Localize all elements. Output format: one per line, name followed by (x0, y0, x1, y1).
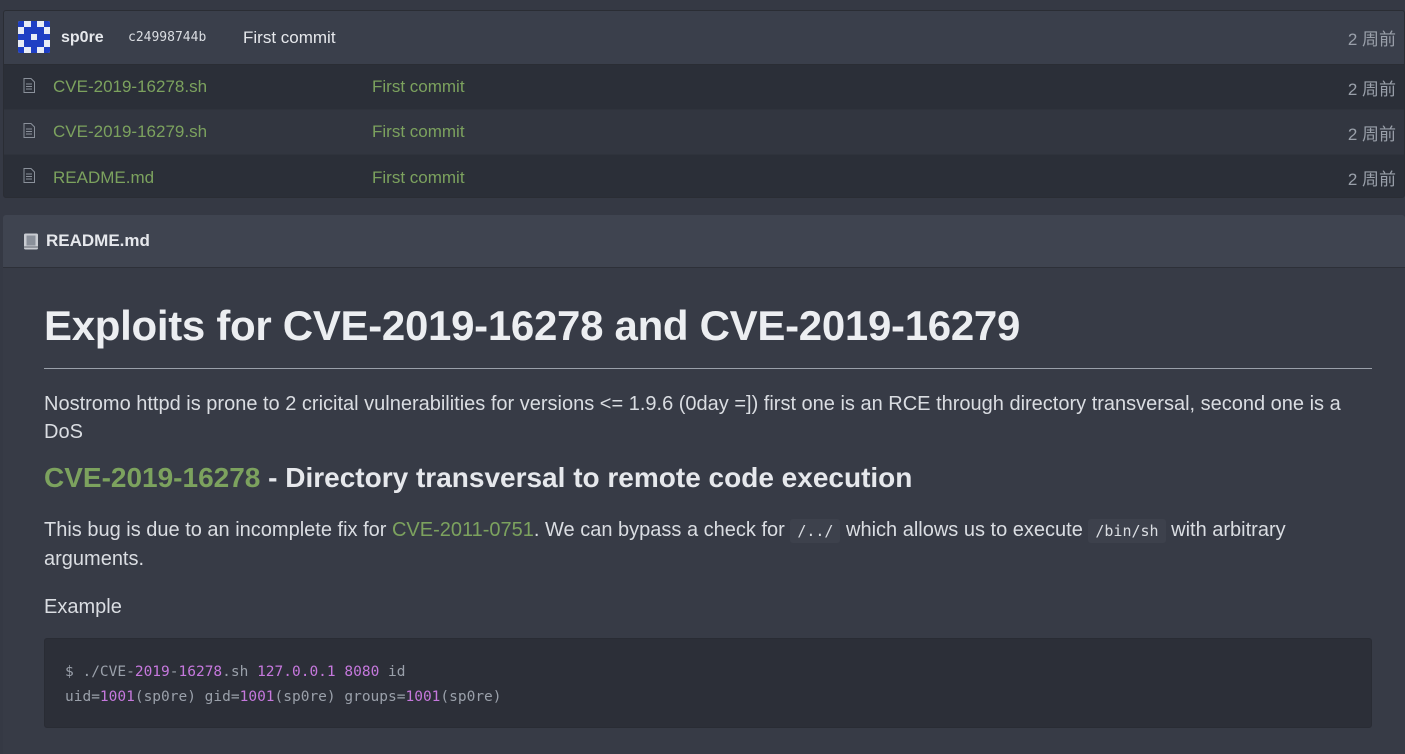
intro-paragraph: Nostromo httpd is prone to 2 cricital vu… (44, 393, 1341, 443)
code-number: 127.0.0.1 (257, 664, 336, 680)
code-number: 1001 (405, 689, 441, 705)
bug-text: . We can bypass a check for (533, 519, 791, 541)
book-icon (24, 233, 38, 249)
file-commit-link[interactable]: First commit (372, 122, 465, 142)
file-row[interactable]: README.md First commit 2 周前 (4, 155, 1404, 197)
avatar[interactable] (18, 21, 50, 53)
section-heading: CVE-2019-16278 - Directory transversal t… (44, 458, 1372, 498)
inline-code: /bin/sh (1088, 519, 1166, 543)
code-token: .sh (222, 664, 258, 680)
code-token: (sp0re) (440, 689, 502, 705)
latest-commit-bar: sp0re c24998744b First commit 2 周前 (4, 11, 1404, 65)
commit-sha[interactable]: c24998744b (128, 30, 206, 45)
section-heading-text: - Directory transversal to remote code e… (260, 462, 913, 493)
inline-code: /../ (790, 519, 841, 543)
file-time: 2 周前 (1347, 79, 1396, 99)
file-time: 2 周前 (1347, 124, 1396, 144)
file-name-link[interactable]: README.md (53, 168, 154, 188)
readme-header: README.md (3, 215, 1405, 268)
code-token: id (379, 664, 406, 680)
file-icon (23, 168, 35, 183)
commit-time: 2 周前 (1347, 30, 1396, 49)
bug-text: which allows us to execute (840, 519, 1089, 541)
cve-2011-0751-link[interactable]: CVE-2011-0751 (392, 519, 534, 541)
commit-message[interactable]: First commit (243, 28, 336, 48)
readme-content: Exploits for CVE-2019-16278 and CVE-2019… (44, 302, 1372, 728)
file-name-link[interactable]: CVE-2019-16278.sh (53, 77, 207, 97)
code-number: 16278 (178, 664, 223, 680)
readme-panel: README.md Exploits for CVE-2019-16278 an… (3, 215, 1405, 754)
file-name-link[interactable]: CVE-2019-16279.sh (53, 122, 207, 142)
file-commit-link[interactable]: First commit (372, 168, 465, 188)
file-row[interactable]: CVE-2019-16279.sh First commit 2 周前 (4, 110, 1404, 155)
code-token: (sp0re) gid= (134, 689, 240, 705)
readme-title: Exploits for CVE-2019-16278 and CVE-2019… (44, 302, 1372, 369)
code-number: 2019 (134, 664, 170, 680)
file-time: 2 周前 (1347, 170, 1396, 189)
code-token: uid= (65, 689, 100, 705)
file-commit-link[interactable]: First commit (372, 77, 465, 97)
readme-header-title: README.md (46, 231, 150, 250)
file-icon (23, 123, 35, 138)
code-number: 1001 (239, 689, 275, 705)
bug-text: This bug is due to an incomplete fix for (44, 519, 392, 541)
commit-author[interactable]: sp0re (61, 29, 104, 47)
code-number: 8080 (344, 664, 380, 680)
section-heading-link[interactable]: CVE-2019-16278 (44, 462, 260, 493)
file-row[interactable]: CVE-2019-16278.sh First commit 2 周前 (4, 65, 1404, 110)
code-token: - (169, 664, 179, 680)
example-label: Example (44, 596, 122, 618)
code-token: $ ./CVE- (65, 664, 135, 680)
code-token: (sp0re) groups= (274, 689, 406, 705)
file-icon (23, 78, 35, 93)
file-list: sp0re c24998744b First commit 2 周前 CVE-2… (3, 10, 1405, 198)
code-number: 1001 (99, 689, 135, 705)
bug-paragraph: This bug is due to an incomplete fix for… (44, 516, 1372, 573)
code-block[interactable]: $ ./CVE-2019-16278.sh 127.0.0.1 8080 id … (44, 638, 1372, 728)
